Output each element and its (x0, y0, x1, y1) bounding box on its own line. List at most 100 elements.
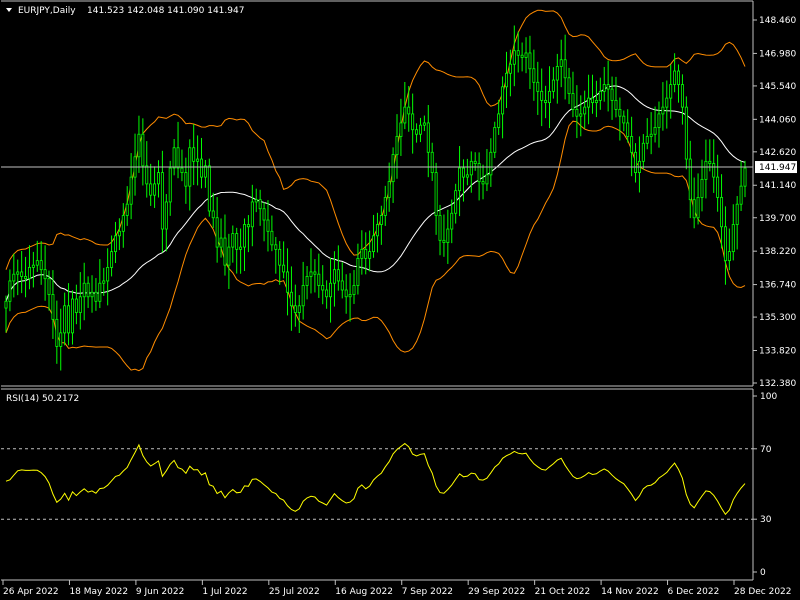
candle-body (375, 224, 379, 237)
candle-body (465, 174, 469, 178)
candle-body (274, 244, 278, 250)
time-tick-label: 28 Dec 2022 (734, 587, 792, 597)
candle-body (317, 273, 321, 286)
candle-body (477, 163, 481, 183)
price-tick-label: 139.700 (759, 214, 796, 224)
candle-body (309, 271, 313, 277)
candle-body (59, 332, 63, 347)
candle-body (149, 183, 153, 196)
candle-body (24, 276, 28, 280)
candle-body (469, 160, 473, 176)
candle-body (125, 203, 129, 216)
candle-body (47, 278, 51, 295)
candle-body (321, 285, 325, 291)
candle-body (121, 215, 125, 232)
time-tick-label: 16 Aug 2022 (335, 587, 393, 597)
ohlc-values: 141.523 142.048 141.090 141.947 (87, 6, 244, 16)
candle-body (70, 298, 74, 334)
candle-body (325, 289, 329, 298)
candle-body (293, 305, 297, 313)
candle-body (16, 271, 20, 275)
candle-body (254, 199, 258, 203)
candle-body (160, 172, 164, 230)
candle-body (688, 158, 692, 201)
candle-body (102, 280, 106, 284)
candle-body (540, 90, 544, 101)
candle-body (395, 136, 399, 155)
candle-body (180, 167, 184, 174)
candle-body (579, 113, 583, 117)
candle-body (348, 294, 352, 298)
candle-body (426, 122, 430, 153)
candle-body (442, 239, 446, 243)
candle-body (555, 66, 559, 81)
candle-body (587, 97, 591, 108)
candle-body (313, 271, 317, 275)
candle-body (438, 215, 442, 241)
candle-body (207, 165, 211, 212)
rsi-label: RSI(14) 50.2172 (6, 394, 79, 404)
candle-body (39, 260, 43, 271)
candle-body (450, 212, 454, 230)
candle-body (129, 176, 133, 205)
candle-body (168, 167, 172, 203)
candle-body (696, 197, 700, 219)
candle-body (516, 50, 520, 56)
candle-body (383, 197, 387, 216)
candle-body (692, 199, 696, 219)
candle-body (422, 122, 426, 126)
candle-body (485, 174, 489, 185)
time-tick-label: 21 Oct 2022 (535, 587, 591, 597)
candle-body (332, 269, 336, 284)
candle-body (723, 226, 727, 262)
price-tick-label: 133.820 (759, 346, 796, 356)
candle-body (8, 280, 12, 302)
candle-body (31, 264, 35, 268)
candle-body (344, 289, 348, 298)
candle-body (297, 305, 301, 313)
candle-body (407, 106, 411, 115)
candle-body (399, 122, 403, 137)
candle-body (630, 136, 634, 153)
time-tick-label: 26 Apr 2022 (3, 587, 59, 597)
candle-body (532, 68, 536, 83)
time-tick-label: 25 Jul 2022 (269, 587, 320, 597)
candle-body (528, 52, 532, 70)
candle-body (239, 246, 243, 250)
candle-body (602, 84, 606, 92)
candle-body (86, 282, 90, 298)
candle-body (360, 248, 364, 259)
candle-body (520, 54, 524, 58)
candle-body (680, 84, 684, 108)
candle-body (223, 237, 227, 266)
candle-body (720, 197, 724, 228)
candle-body (391, 154, 395, 183)
candle-body (305, 276, 309, 286)
price-tick-label: 142.620 (759, 148, 796, 158)
candle-body (481, 181, 485, 185)
candle-body (246, 224, 250, 228)
candle-body (594, 99, 598, 104)
candle-body (231, 233, 235, 248)
candle-body (215, 217, 219, 248)
candle-body (117, 230, 121, 237)
price-tick-label: 138.220 (759, 247, 796, 257)
candle-body (110, 251, 114, 268)
price-tick-label: 148.460 (759, 16, 796, 26)
candle-body (704, 160, 708, 180)
candle-body (74, 298, 78, 313)
candle-body (462, 167, 465, 178)
candle-body (645, 136, 649, 144)
candle-body (606, 84, 610, 90)
candle-body (665, 97, 669, 108)
candle-body (157, 172, 160, 185)
candle-body (411, 113, 415, 131)
candle-body (164, 201, 168, 230)
rsi-tick-label: 0 (760, 568, 766, 578)
candle-body (289, 291, 293, 307)
candle-body (301, 285, 305, 307)
candle-body (51, 294, 55, 320)
candle-body (669, 84, 673, 99)
candle-body (743, 167, 747, 187)
candle-body (508, 63, 512, 74)
